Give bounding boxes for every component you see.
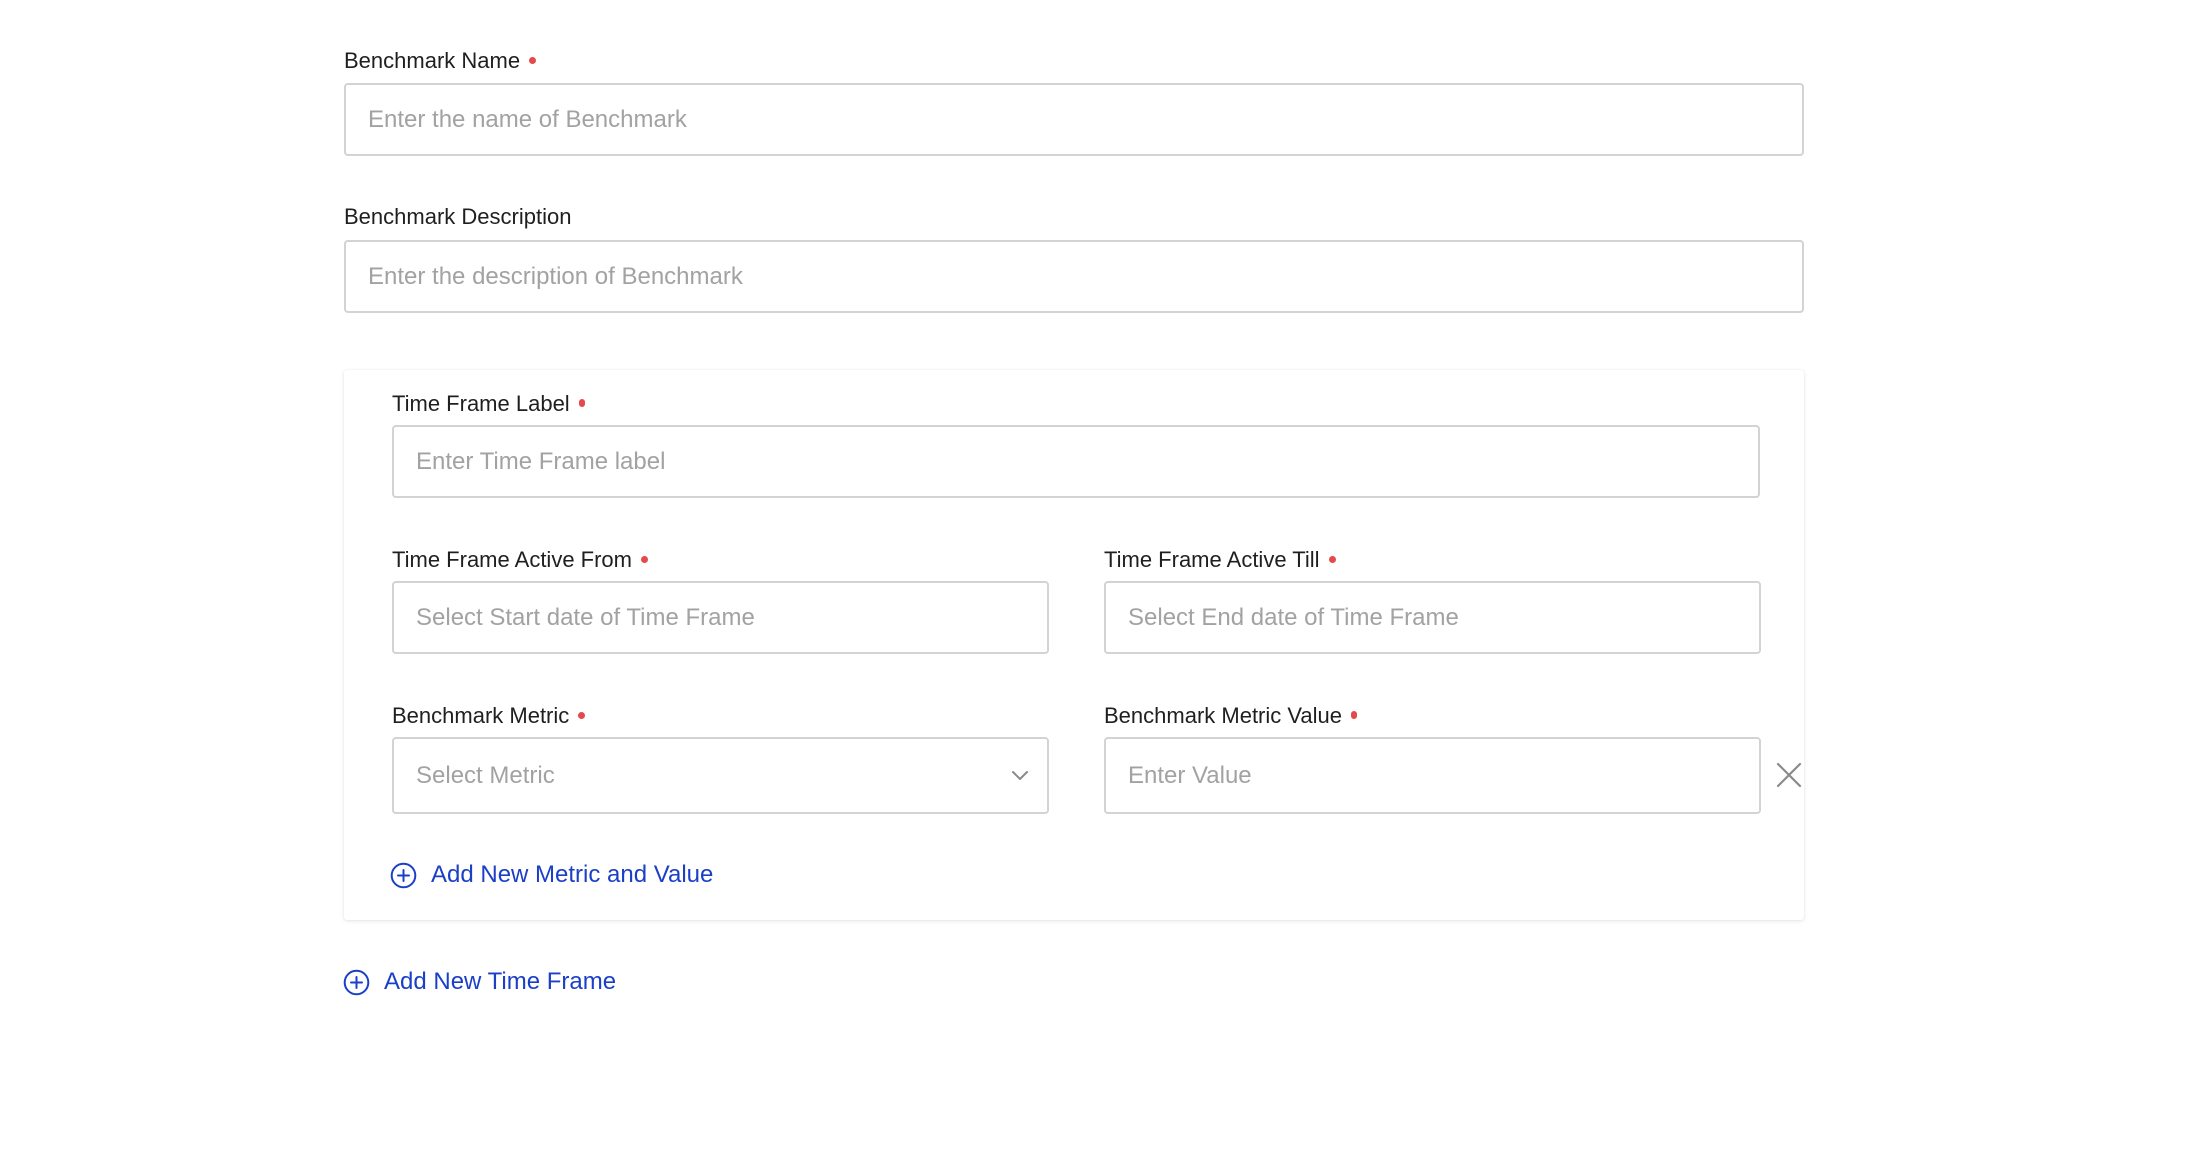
add-metric-label: Add New Metric and Value xyxy=(431,861,714,888)
benchmark-metric-value-label-text: Benchmark Metric Value xyxy=(1104,703,1343,728)
active-till-label-text: Time Frame Active Till xyxy=(1104,547,1320,572)
required-dot-icon xyxy=(578,399,585,407)
time-frame-label-input[interactable] xyxy=(394,427,1758,496)
active-from-label-text: Time Frame Active From xyxy=(392,547,632,572)
add-time-frame-button[interactable]: Add New Time Frame xyxy=(343,968,616,996)
benchmark-metric-value-input[interactable] xyxy=(1106,739,1759,812)
add-time-frame-label: Add New Time Frame xyxy=(384,968,617,995)
add-metric-button[interactable]: Add New Metric and Value xyxy=(390,861,713,889)
active-till-date-input[interactable] xyxy=(1106,583,1759,652)
active-from-date-input[interactable] xyxy=(394,583,1047,652)
benchmark-description-input[interactable] xyxy=(346,242,1802,311)
active-from-label: Time Frame Active From xyxy=(392,547,648,573)
required-dot-icon xyxy=(578,712,586,719)
required-dot-icon xyxy=(1351,711,1358,719)
benchmark-name-label-text: Benchmark Name xyxy=(344,48,521,73)
benchmark-metric-label: Benchmark Metric xyxy=(392,703,586,729)
plus-circle-icon xyxy=(390,862,417,888)
benchmark-metric-placeholder: Select Metric xyxy=(416,761,555,789)
time-frame-label-text: Time Frame Label xyxy=(392,391,570,416)
time-frame-label-label: Time Frame Label xyxy=(392,391,585,417)
plus-circle-icon xyxy=(343,969,370,995)
benchmark-description-label-text: Benchmark Description xyxy=(344,204,572,229)
benchmark-name-field[interactable] xyxy=(344,83,1804,156)
benchmark-metric-value-label: Benchmark Metric Value xyxy=(1104,703,1358,729)
active-till-date-field[interactable] xyxy=(1104,581,1761,654)
benchmark-name-label: Benchmark Name xyxy=(344,48,537,74)
benchmark-name-input[interactable] xyxy=(346,85,1802,154)
benchmark-description-field[interactable] xyxy=(344,240,1804,313)
required-dot-icon xyxy=(529,57,537,64)
benchmark-metric-value-field[interactable] xyxy=(1104,737,1761,814)
benchmark-metric-select[interactable]: Select Metric xyxy=(392,737,1049,814)
time-frame-label-field[interactable] xyxy=(392,425,1760,498)
benchmark-description-label: Benchmark Description xyxy=(344,204,571,230)
active-from-date-field[interactable] xyxy=(392,581,1049,654)
close-icon[interactable] xyxy=(1776,762,1802,788)
chevron-down-icon xyxy=(1012,770,1028,780)
required-dot-icon xyxy=(641,556,648,563)
required-dot-icon xyxy=(1328,556,1336,563)
active-till-label: Time Frame Active Till xyxy=(1104,547,1336,573)
benchmark-metric-label-text: Benchmark Metric xyxy=(392,703,570,728)
